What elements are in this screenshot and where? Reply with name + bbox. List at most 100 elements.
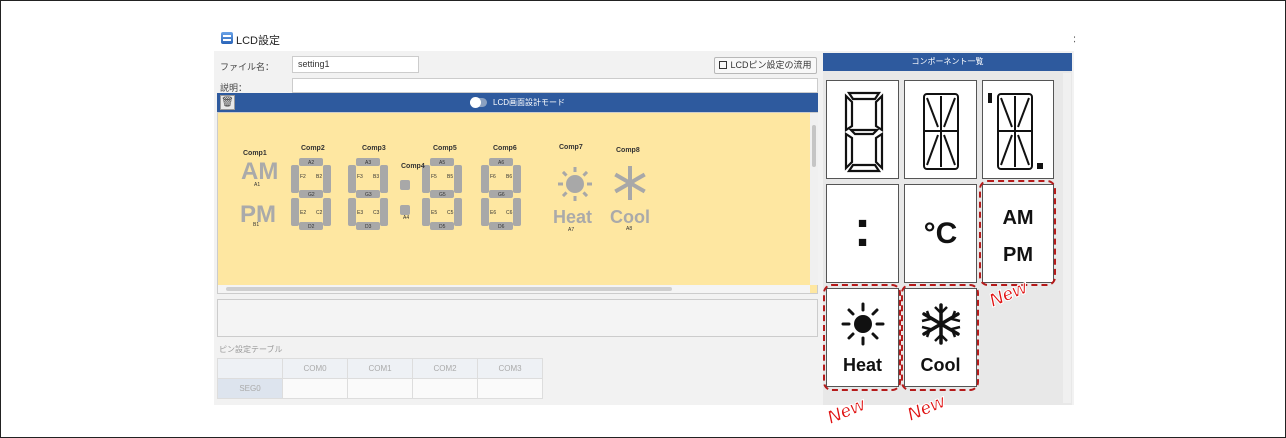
comp1-label: Comp1 — [243, 150, 267, 157]
colon-dot-top — [400, 180, 410, 190]
digit3-seg-c — [380, 198, 388, 226]
lcd-sun-ray — [582, 170, 589, 177]
table-corner — [217, 358, 283, 379]
table-cell[interactable] — [282, 378, 348, 399]
tile-colon[interactable]: : — [826, 184, 899, 283]
scroll-thumb[interactable] — [812, 125, 816, 167]
digit2-seg-c — [323, 198, 331, 226]
comp5-label: Comp5 — [433, 145, 457, 152]
segment-id-label: B5 — [447, 174, 453, 180]
fourteen-segment-dp-icon — [988, 93, 1043, 170]
digit2-seg-b — [323, 165, 331, 193]
comp8-label: Comp8 — [616, 147, 640, 154]
tile-14segment[interactable] — [904, 80, 977, 179]
canvas-horizontal-scrollbar[interactable] — [218, 285, 810, 293]
celsius-symbol: °C — [923, 217, 958, 250]
seg-label-a1: A1 — [254, 182, 261, 188]
lcd-sun-ray — [561, 191, 568, 198]
lcd-preview: A2 F2 B2 G2 E2 C2 D2 A3 F3 B3 G3 E3 C3 D3 A5 F5 B5 G5 E5 C5… — [291, 158, 646, 230]
segment-id-label: D6 — [498, 224, 505, 230]
lcd-canvas[interactable]: A2 F2 B2 G2 E2 C2 D2 A3 F3 B3 G3 E3 C3 D3 A5 F5 B5 G5 E5 C5… — [217, 112, 818, 294]
digit5-seg-c — [454, 198, 462, 226]
segment-id-label: G5 — [439, 192, 446, 198]
seven-segment-icon — [844, 91, 884, 173]
segment-id-label: G6 — [498, 192, 505, 198]
pin-settings-reuse-label: LCDピン設定の流用 — [730, 60, 812, 70]
segment-id-label: G2 — [308, 192, 315, 198]
segment-id-label: A4 — [403, 215, 409, 221]
component-list-scrollbar[interactable] — [1063, 73, 1071, 403]
tile-celsius[interactable]: °C — [904, 184, 977, 283]
segment-id-label: F3 — [357, 174, 363, 180]
colon-symbol: : — [853, 200, 872, 258]
segment-id-label: A6 — [498, 160, 504, 166]
digit6-seg-f — [481, 165, 489, 193]
pin-settings-reuse-button[interactable]: LCDピン設定の流用 — [714, 57, 817, 74]
filename-label: ファイル名： — [220, 62, 275, 72]
description-input[interactable] — [292, 78, 818, 93]
digit6-seg-e — [481, 198, 489, 226]
seg-label-a8: A8 — [626, 226, 633, 232]
column-header: COM3 — [477, 358, 543, 379]
segment-id-label: F2 — [300, 174, 306, 180]
pin-settings-table: COM0 COM1 COM2 COM3 SEG0 — [217, 358, 543, 399]
digit6-seg-c — [513, 198, 521, 226]
comp6-label: Comp6 — [493, 145, 517, 152]
segment-id-label: C3 — [373, 210, 380, 216]
highlight-cool — [901, 284, 979, 391]
segment-id-label: F6 — [490, 174, 496, 180]
segment-id-label: C5 — [447, 210, 454, 216]
segment-id-label: A5 — [439, 160, 445, 166]
designer-toolbar: 🗑 LCD画面設計モード — [217, 93, 818, 112]
segment-id-label: D5 — [439, 224, 446, 230]
segment-id-label: C2 — [316, 210, 323, 216]
segment-id-label: G3 — [365, 192, 372, 198]
design-mode-toggle[interactable] — [470, 97, 487, 108]
segment-id-label: D3 — [365, 224, 372, 230]
column-header: COM2 — [412, 358, 478, 379]
table-row: SEG0 — [217, 378, 543, 399]
comp2-label: Comp2 — [301, 145, 325, 152]
segment-id-label: B6 — [506, 174, 512, 180]
segment-id-label: B2 — [316, 174, 322, 180]
digit2-seg-e — [291, 198, 299, 226]
trash-icon[interactable]: 🗑 — [220, 95, 235, 110]
tile-14segment-dp[interactable] — [982, 80, 1054, 179]
filename-input[interactable]: setting1 — [292, 56, 419, 73]
table-header-row: COM0 COM1 COM2 COM3 — [217, 358, 543, 379]
component-list-header: コンポーネント一覧 — [823, 53, 1072, 71]
row-header: SEG0 — [217, 378, 283, 399]
scroll-thumb[interactable] — [226, 287, 672, 291]
design-mode-label: LCD画面設計モード — [493, 98, 566, 107]
window-title: LCD設定 — [236, 35, 281, 47]
column-header: COM1 — [347, 358, 413, 379]
fourteen-segment-icon — [923, 93, 959, 170]
digit5-seg-e — [422, 198, 430, 226]
digit6-seg-b — [513, 165, 521, 193]
highlight-heat — [823, 284, 901, 391]
digit3-seg-f — [348, 165, 356, 193]
table-cell[interactable] — [412, 378, 478, 399]
comp3-label: Comp3 — [362, 145, 386, 152]
table-cell[interactable] — [477, 378, 543, 399]
digit3-seg-e — [348, 198, 356, 226]
lcd-sun-ray — [582, 191, 589, 198]
cool-segment-label: Cool — [610, 207, 650, 227]
segment-id-label: C6 — [506, 210, 513, 216]
screenshot-frame: × LCD設定 ファイル名： setting1 LCDピン設定の流用 説明： 🗑… — [0, 0, 1286, 438]
digit3-seg-b — [380, 165, 388, 193]
tile-7segment[interactable] — [826, 80, 899, 179]
seg-label-a7: A7 — [568, 227, 575, 233]
segment-id-label: E6 — [490, 210, 496, 216]
segment-id-label: F5 — [431, 174, 437, 180]
segment-id-label: A2 — [308, 160, 314, 166]
table-cell[interactable] — [347, 378, 413, 399]
lcd-sun-ray — [561, 170, 568, 177]
comp4-label: Comp4 — [401, 163, 425, 170]
comp7-label: Comp7 — [559, 144, 583, 151]
seg-label-b1: B1 — [253, 222, 260, 228]
properties-panel — [217, 299, 818, 337]
pin-table-label: ピン設定テーブル — [219, 345, 283, 354]
canvas-vertical-scrollbar[interactable] — [810, 113, 818, 285]
segment-id-label: E3 — [357, 210, 363, 216]
